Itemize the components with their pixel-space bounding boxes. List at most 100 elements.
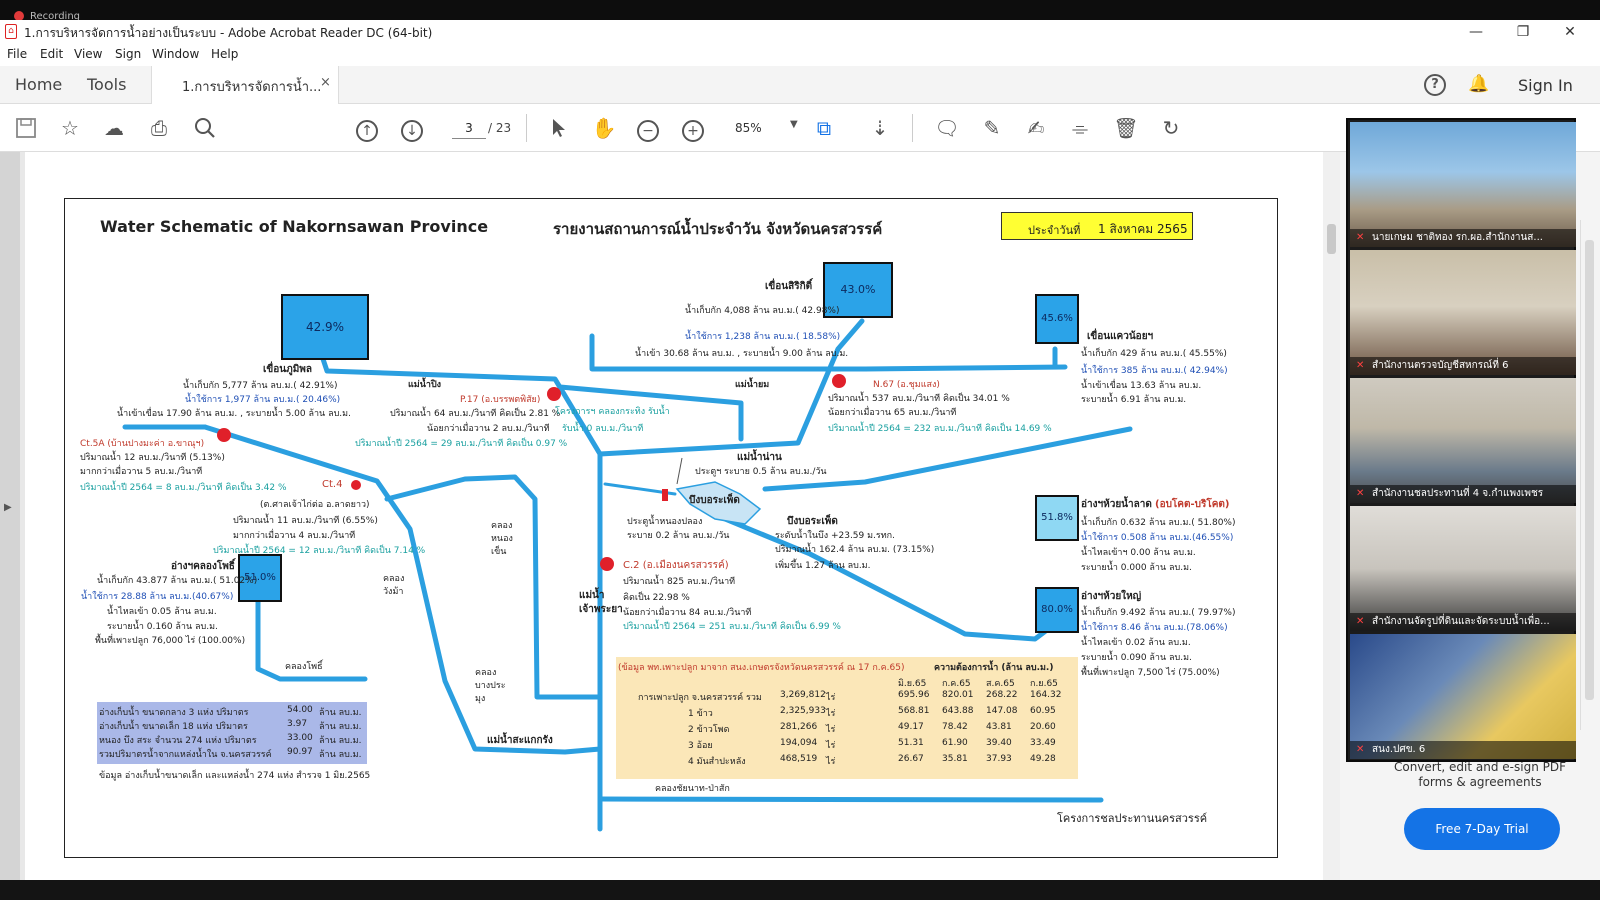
crop-month-header: ส.ค.65 (986, 679, 1015, 689)
rotate-icon[interactable]: ↻ (1157, 114, 1185, 142)
highlight-pen-icon[interactable]: ✎ (978, 114, 1006, 142)
summary-row-unit: ล้าน ลบ.ม. (319, 708, 362, 718)
video-tile[interactable]: ✕ สำนักงานจัดรูปที่ดินและจัดระบบน้ำเพื่อ… (1350, 506, 1576, 631)
menu-file[interactable]: File (7, 47, 27, 61)
zoom-out-icon[interactable]: − (634, 114, 662, 142)
nongplong-gate-release: ระบาย 0.2 ล้าน ลบ.ม./วัน (627, 531, 730, 541)
select-cursor-icon[interactable] (545, 114, 573, 142)
crop-row-need: 60.95 (1030, 706, 1056, 716)
ct5a-lastyear: ปริมาณน้ำปี 2564 = 8 ลบ.ม./วินาที คิดเป็… (80, 483, 287, 493)
summary-row-value: 33.00 (287, 733, 313, 743)
left-panel-strip[interactable]: ▶ (0, 152, 20, 880)
video-tile[interactable]: ✕ สำนักงานชลประทานที่ 4 จ.กำแพงเพชร (1350, 378, 1576, 503)
crop-row-need: 33.49 (1030, 738, 1056, 748)
page-number-input[interactable]: 3 (452, 117, 486, 139)
expand-left-panel-icon[interactable]: ▶ (4, 502, 12, 513)
summary-row-label: อ่างเก็บน้ำ ขนาดเล็ก 18 แห่ง ปริมาตร (99, 722, 248, 732)
report-date-label: ประจำวันที่ (1028, 224, 1081, 237)
chainat-canal-line (597, 796, 1104, 803)
video-tile[interactable]: ✕ สำนักงานตรวจบัญชีสหกรณ์ที่ 6 (1350, 250, 1576, 375)
restore-button[interactable]: ❐ (1503, 22, 1543, 42)
menu-help[interactable]: Help (211, 47, 238, 61)
zoom-dropdown-icon[interactable]: ▼ (790, 119, 798, 130)
crop-row-need: 695.96 (898, 690, 930, 700)
crop-row-area: 3,269,812 (780, 690, 826, 700)
stamp-icon[interactable]: ⌯ (1066, 114, 1094, 142)
n67-station-marker (832, 374, 846, 388)
zoom-level[interactable]: 85% (735, 121, 762, 135)
convert-promo-text: Convert, edit and e-sign PDF forms & agr… (1393, 760, 1567, 789)
c2-flow: ปริมาณน้ำ 825 ลบ.ม./วินาที (623, 577, 736, 587)
window-title: 1.การบริหารจัดการน้ำอย่างเป็นระบบ - Adob… (24, 26, 433, 40)
huayyai-release: ระบายน้ำ 0.090 ล้าน ลบ.ม. (1081, 653, 1192, 663)
mic-muted-icon: ✕ (1356, 360, 1365, 371)
menu-window[interactable]: Window (152, 47, 199, 61)
menu-sign[interactable]: Sign (115, 47, 141, 61)
sign-pen-icon[interactable]: ✍ (1022, 114, 1050, 142)
search-icon[interactable] (191, 114, 219, 142)
p17-name: P.17 (อ.บรรพตพิสัย) (460, 395, 541, 405)
scroll-mode-icon[interactable]: ⇣ (866, 114, 894, 142)
help-icon[interactable]: ? (1424, 74, 1446, 96)
water-schematic-page: Water Schematic of Nakornsawan Province … (64, 198, 1278, 858)
crop-row-need: 820.01 (942, 690, 974, 700)
klongpho-name: อ่างฯคลองโพธิ์ (171, 561, 235, 572)
minimize-button[interactable]: — (1456, 22, 1496, 42)
huayyai-name: อ่างฯห้วยใหญ่ (1081, 591, 1142, 602)
fit-page-icon[interactable]: ⧉ (810, 114, 838, 142)
summary-row-unit: ล้าน ลบ.ม. (319, 736, 362, 746)
delete-icon[interactable]: 🗑 (1112, 114, 1140, 142)
klong-wang-line (384, 474, 603, 700)
upload-cloud-icon[interactable]: ☁ (100, 114, 128, 142)
crop-row-need: 49.28 (1030, 754, 1056, 764)
video-tile[interactable]: ✕ สนง.ปศข. 6 (1350, 634, 1576, 759)
nan-gate-note: ประตูฯ ระบาย 0.5 ล้าน ลบ.ม./วัน (695, 467, 827, 477)
crop-row-unit: ไร่ (826, 693, 836, 703)
free-trial-button[interactable]: Free 7-Day Trial (1404, 808, 1560, 850)
crop-row-need: 26.67 (898, 754, 924, 764)
crop-row-area: 194,094 (780, 738, 818, 748)
comment-icon[interactable]: 🗨 (933, 114, 961, 142)
sign-in-button[interactable]: Sign In (1518, 76, 1573, 95)
menu-view[interactable]: View (74, 47, 102, 61)
tab-home[interactable]: Home (15, 75, 62, 94)
scrollbar-thumb[interactable] (1327, 224, 1336, 254)
right-panel-scrollbar[interactable] (1580, 220, 1598, 730)
zoom-in-icon[interactable]: + (679, 114, 707, 142)
save-icon[interactable] (12, 114, 40, 142)
label-klong-wang: คลองวังม้า (383, 574, 405, 597)
participant-name: สำนักงานชลประทานที่ 4 จ.กำแพงเพชร (1350, 485, 1576, 503)
close-window-button[interactable]: ✕ (1550, 22, 1590, 42)
document-scrollbar[interactable] (1323, 152, 1340, 880)
next-page-icon[interactable]: ↓ (398, 114, 426, 142)
notification-bell-icon[interactable]: 🔔 (1468, 74, 1489, 94)
hand-tool-icon[interactable]: ✋ (590, 114, 618, 142)
tab-tools[interactable]: Tools (87, 75, 126, 94)
page-total: / 23 (488, 121, 512, 135)
menu-bar: File Edit View Sign Window Help (0, 44, 1600, 66)
right-scrollbar-thumb[interactable] (1585, 240, 1594, 700)
video-tile[interactable]: ✕ นายเกษม ชาติทอง รก.ผอ.สำนักงานส... (1350, 122, 1576, 247)
east-stream-line (762, 426, 1133, 492)
crop-row-need: 568.81 (898, 706, 930, 716)
kwaenoi-dam-name: เขื่อนแควน้อยฯ (1087, 331, 1154, 342)
klongpho-release: ระบายน้ำ 0.160 ล้าน ลบ.ม. (107, 622, 218, 632)
tab-document[interactable]: 1.การบริหารจัดการน้ำ... × (151, 66, 339, 104)
summary-row-label: หนอง บึง สระ จำนวน 274 แห่ง ปริมาตร (99, 736, 257, 746)
recording-bar: Recording (0, 0, 1600, 22)
sirikit-dam-name: เขื่อนสิริกิติ์ (765, 281, 813, 292)
report-date-box: ประจำวันที่ 1 สิงหาคม 2565 (1001, 212, 1193, 240)
close-tab-icon[interactable]: × (320, 75, 331, 90)
bookmark-star-icon[interactable]: ☆ (56, 114, 84, 142)
previous-page-icon[interactable]: ↑ (353, 114, 381, 142)
menu-edit[interactable]: Edit (40, 47, 63, 61)
huaynamlad-name: อ่างฯห้วยน้ำลาด (1081, 499, 1152, 510)
crop-row-unit: ไร่ (826, 709, 836, 719)
c2-change: น้อยกว่าเมื่อวาน 84 ลบ.ม./วินาที (623, 608, 752, 618)
nongplong-gate-marker (662, 489, 668, 501)
label-klong-bangprong: คลองบางประมุง (475, 668, 506, 704)
ct4-flow: ปริมาณน้ำ 11 ลบ.ม./วินาที (6.55%) (233, 516, 378, 526)
print-icon[interactable]: ⎙ (145, 114, 173, 142)
crop-row-need: 20.60 (1030, 722, 1056, 732)
sirikit-storage: น้ำเก็บกัก 4,088 ล้าน ลบ.ม.( 42.98%) (685, 306, 840, 316)
